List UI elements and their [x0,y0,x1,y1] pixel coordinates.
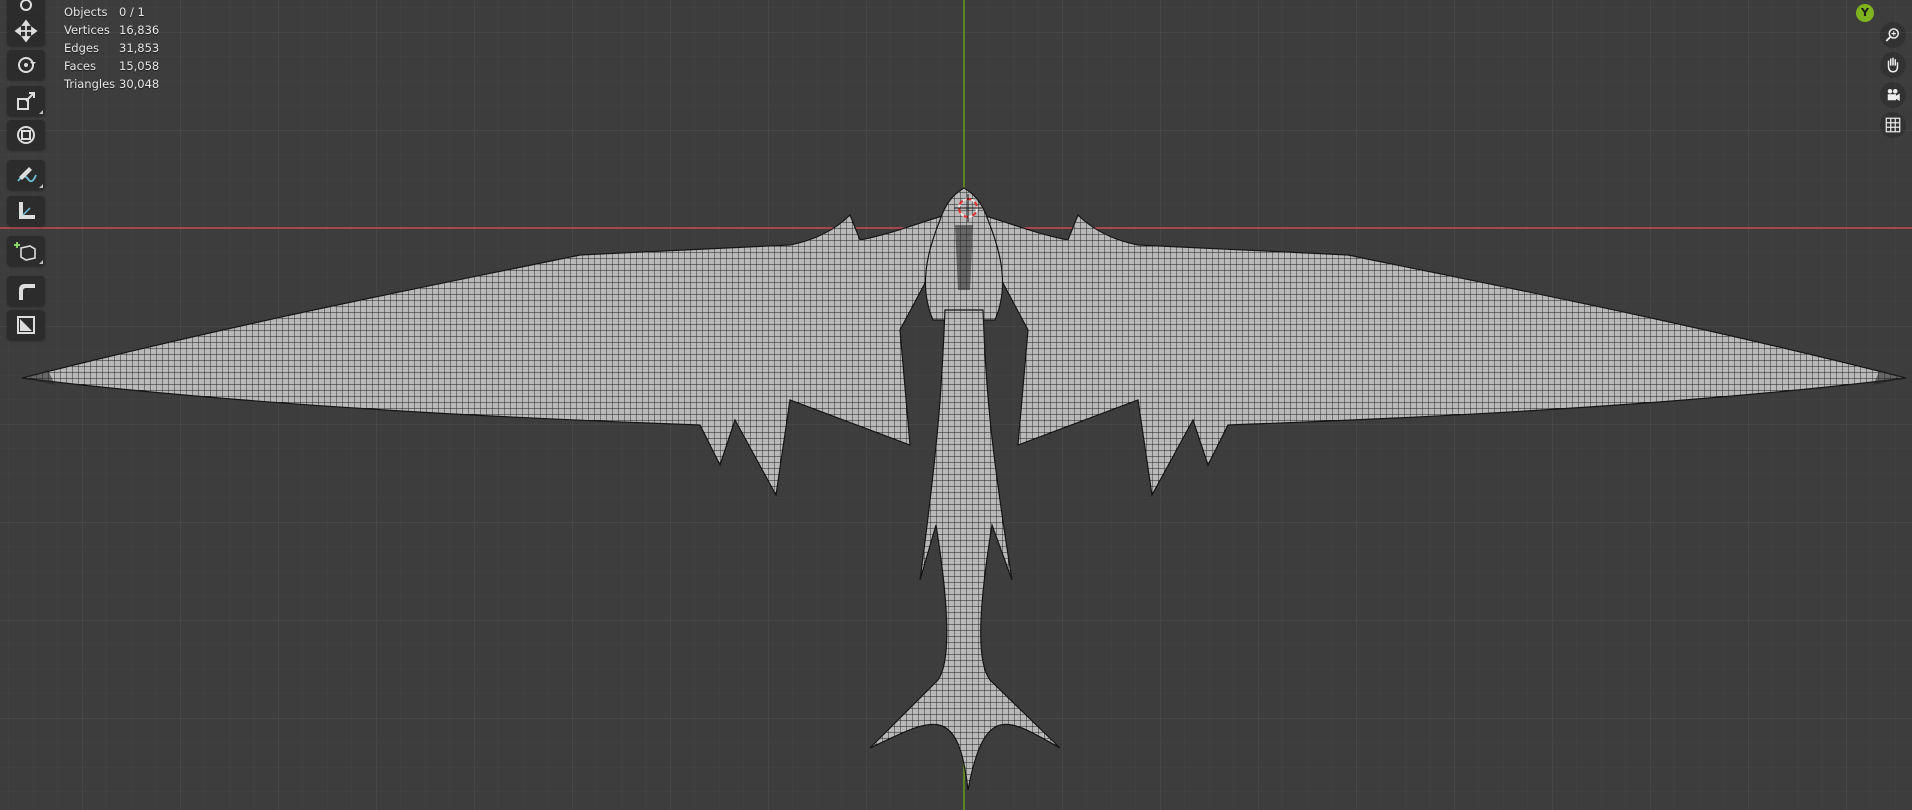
inset-icon [17,316,35,334]
add-cube-tool-button[interactable] [7,236,45,266]
stat-vertices: Vertices 16,836 [64,21,159,39]
grid-icon [1885,117,1901,133]
stat-value: 16,836 [119,23,160,37]
bevel-icon [19,284,35,300]
ruler-icon [19,202,35,219]
bevel-tool-button[interactable] [7,276,45,306]
viewport-statistics: Objects 0 / 1 Vertices 16,836 Edges 31,8… [64,3,159,93]
stat-label: Faces [64,59,96,73]
rotate-tool-button[interactable] [7,50,45,80]
zoom-button[interactable] [1880,22,1906,48]
scale-tool-button[interactable] [7,86,45,116]
inset-tool-button[interactable] [7,310,45,340]
ortho-toggle-button[interactable] [1880,112,1906,138]
select-icon [20,0,32,11]
annotate-tool-button[interactable] [7,160,45,190]
3d-viewport[interactable]: Objects 0 / 1 Vertices 16,836 Edges 31,8… [0,0,1912,810]
camera-view-button[interactable] [1880,82,1906,108]
camera-icon [1887,89,1900,101]
stat-value: 0 / 1 [119,5,145,19]
stat-objects: Objects 0 / 1 [64,3,159,21]
viewport-grid [0,0,1912,810]
stat-label: Vertices [64,23,110,37]
stat-faces: Faces 15,058 [64,57,159,75]
y-axis-gizmo[interactable]: Y [1856,4,1874,22]
move-tool-button[interactable] [7,16,45,46]
pan-button[interactable] [1880,52,1906,78]
transform-icon [17,126,35,144]
annotate-pencil-icon [17,167,37,183]
stat-edges: Edges 31,853 [64,39,159,57]
stat-value: 30,048 [119,77,160,91]
stat-label: Edges [64,41,99,55]
add-cube-icon [14,242,36,261]
zoom-icon [1885,28,1899,42]
measure-tool-button[interactable] [7,196,45,226]
rotate-icon [18,57,36,73]
stat-value: 15,058 [119,59,160,73]
move-icon [14,19,38,43]
stat-value: 31,853 [119,41,160,55]
stat-triangles: Triangles 30,048 [64,75,159,93]
scale-icon [17,92,35,110]
stat-label: Triangles [64,77,116,91]
stat-label: Objects [64,5,108,19]
transform-tool-button[interactable] [7,120,45,150]
pan-hand-icon [1887,57,1899,73]
